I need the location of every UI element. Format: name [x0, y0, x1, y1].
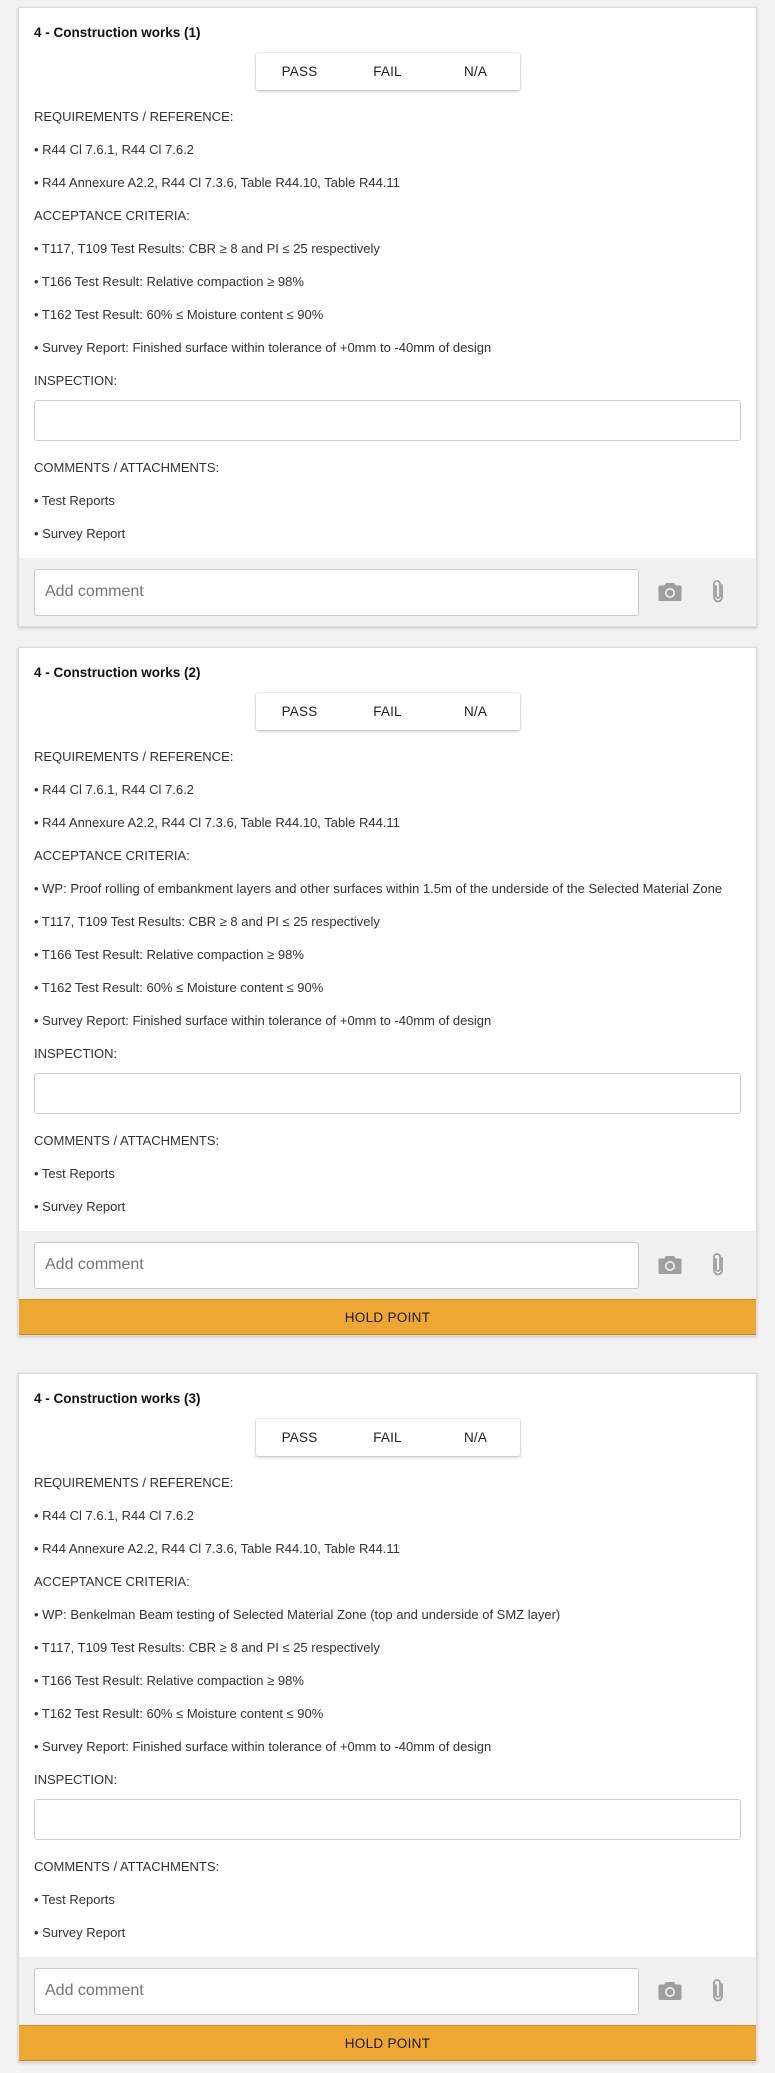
card-title: 4 - Construction works (1)	[34, 25, 201, 40]
comments-heading: COMMENTS / ATTACHMENTS:	[34, 1133, 220, 1148]
inspection-field[interactable]	[34, 400, 741, 441]
pass-fail-na-toggle: PASS FAIL N/A	[255, 1419, 520, 1456]
acceptance-item: • T117, T109 Test Results: CBR ≥ 8 and P…	[34, 241, 380, 256]
comment-bar	[19, 1957, 756, 2025]
na-button[interactable]: N/A	[432, 693, 520, 730]
pass-button[interactable]: PASS	[256, 693, 344, 730]
fail-button[interactable]: FAIL	[344, 693, 432, 730]
comment-item: • Survey Report	[34, 1925, 126, 1940]
inspection-heading: INSPECTION:	[34, 1772, 118, 1787]
comment-item: • Survey Report	[34, 526, 126, 541]
requirement-item: • R44 Annexure A2.2, R44 Cl 7.3.6, Table…	[34, 175, 400, 190]
add-comment-input[interactable]	[34, 1967, 639, 2015]
comment-item: • Survey Report	[34, 1199, 126, 1214]
hold-point-banner: HOLD POINT	[19, 2025, 756, 2061]
requirements-heading: REQUIREMENTS / REFERENCE:	[34, 109, 234, 124]
checklist-card-3: 4 - Construction works (3) PASS FAIL N/A…	[18, 1373, 757, 2062]
inspection-heading: INSPECTION:	[34, 373, 118, 388]
inspection-field[interactable]	[34, 1073, 741, 1114]
fail-button[interactable]: FAIL	[344, 53, 432, 90]
paperclip-icon[interactable]	[701, 1974, 735, 2008]
acceptance-item: • T162 Test Result: 60% ≤ Moisture conte…	[34, 1706, 324, 1721]
requirements-heading: REQUIREMENTS / REFERENCE:	[34, 749, 234, 764]
comments-heading: COMMENTS / ATTACHMENTS:	[34, 1859, 220, 1874]
requirements-heading: REQUIREMENTS / REFERENCE:	[34, 1475, 234, 1490]
acceptance-heading: ACCEPTANCE CRITERIA:	[34, 208, 190, 223]
acceptance-heading: ACCEPTANCE CRITERIA:	[34, 1574, 190, 1589]
comment-item: • Test Reports	[34, 493, 115, 508]
comment-bar	[19, 558, 756, 626]
acceptance-item: • T166 Test Result: Relative compaction …	[34, 274, 304, 289]
acceptance-item: • T166 Test Result: Relative compaction …	[34, 947, 304, 962]
hold-point-banner: HOLD POINT	[19, 1299, 756, 1335]
fail-button[interactable]: FAIL	[344, 1419, 432, 1456]
acceptance-item: • WP: Benkelman Beam testing of Selected…	[34, 1607, 561, 1622]
checklist-card-1: 4 - Construction works (1) PASS FAIL N/A…	[18, 7, 757, 627]
requirement-item: • R44 Cl 7.6.1, R44 Cl 7.6.2	[34, 142, 194, 157]
checklist-card-2: 4 - Construction works (2) PASS FAIL N/A…	[18, 647, 757, 1336]
pass-button[interactable]: PASS	[256, 1419, 344, 1456]
comment-bar	[19, 1231, 756, 1299]
add-comment-input[interactable]	[34, 1241, 639, 1289]
requirement-item: • R44 Cl 7.6.1, R44 Cl 7.6.2	[34, 1508, 194, 1523]
acceptance-item: • Survey Report: Finished surface within…	[34, 1013, 492, 1028]
comments-heading: COMMENTS / ATTACHMENTS:	[34, 460, 220, 475]
card-title: 4 - Construction works (3)	[34, 1391, 201, 1406]
camera-icon[interactable]	[653, 1974, 687, 2008]
comment-item: • Test Reports	[34, 1166, 115, 1181]
na-button[interactable]: N/A	[432, 1419, 520, 1456]
paperclip-icon[interactable]	[701, 575, 735, 609]
acceptance-heading: ACCEPTANCE CRITERIA:	[34, 848, 190, 863]
inspection-heading: INSPECTION:	[34, 1046, 118, 1061]
camera-icon[interactable]	[653, 575, 687, 609]
card-title: 4 - Construction works (2)	[34, 665, 201, 680]
acceptance-item: • Survey Report: Finished surface within…	[34, 340, 492, 355]
acceptance-item: • T162 Test Result: 60% ≤ Moisture conte…	[34, 980, 324, 995]
comment-item: • Test Reports	[34, 1892, 115, 1907]
acceptance-item: • T166 Test Result: Relative compaction …	[34, 1673, 304, 1688]
requirement-item: • R44 Annexure A2.2, R44 Cl 7.3.6, Table…	[34, 1541, 400, 1556]
pass-button[interactable]: PASS	[256, 53, 344, 90]
pass-fail-na-toggle: PASS FAIL N/A	[255, 53, 520, 90]
acceptance-item: • Survey Report: Finished surface within…	[34, 1739, 492, 1754]
inspection-field[interactable]	[34, 1799, 741, 1840]
acceptance-item: • T117, T109 Test Results: CBR ≥ 8 and P…	[34, 1640, 380, 1655]
na-button[interactable]: N/A	[432, 53, 520, 90]
requirement-item: • R44 Cl 7.6.1, R44 Cl 7.6.2	[34, 782, 194, 797]
acceptance-item: • T162 Test Result: 60% ≤ Moisture conte…	[34, 307, 324, 322]
pass-fail-na-toggle: PASS FAIL N/A	[255, 693, 520, 730]
acceptance-item: • T117, T109 Test Results: CBR ≥ 8 and P…	[34, 914, 380, 929]
camera-icon[interactable]	[653, 1248, 687, 1282]
paperclip-icon[interactable]	[701, 1248, 735, 1282]
acceptance-item: • WP: Proof rolling of embankment layers…	[34, 881, 723, 896]
requirement-item: • R44 Annexure A2.2, R44 Cl 7.3.6, Table…	[34, 815, 400, 830]
add-comment-input[interactable]	[34, 568, 639, 616]
